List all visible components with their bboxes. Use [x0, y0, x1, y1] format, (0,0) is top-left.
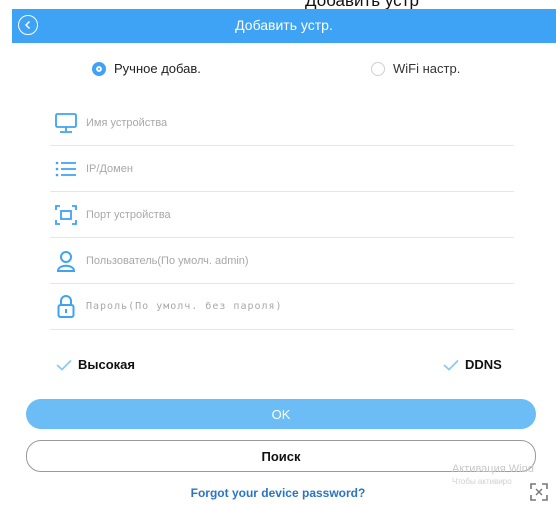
radio-unselected-icon	[371, 61, 385, 76]
checkmark-icon	[56, 359, 72, 371]
ip-domain-field	[50, 146, 514, 192]
checkmark-icon	[443, 359, 459, 371]
device-name-input[interactable]	[86, 116, 486, 129]
high-quality-label: Высокая	[78, 357, 135, 372]
port-icon	[54, 203, 78, 227]
ddns-checkbox[interactable]: DDNS	[443, 357, 502, 372]
lock-icon	[54, 294, 78, 319]
ip-domain-input[interactable]	[86, 162, 486, 175]
radio-wifi-label: WiFi настр.	[393, 61, 461, 76]
ok-button[interactable]: OK	[26, 399, 536, 429]
page-title: Добавить устр.	[235, 17, 333, 33]
username-field	[50, 238, 514, 284]
add-mode-selector: Ручное добав. WiFi настр.	[0, 58, 556, 80]
app-header: Добавить устр.	[12, 9, 556, 43]
top-strip	[0, 0, 556, 8]
activation-watermark: Активация Wind	[452, 463, 534, 475]
high-quality-checkbox[interactable]: Высокая	[56, 357, 135, 372]
forgot-password-link[interactable]: Forgot your device password?	[0, 486, 556, 500]
monitor-icon	[54, 111, 78, 135]
radio-wifi-setup[interactable]: WiFi настр.	[371, 61, 460, 76]
activation-watermark-subtext: Чтобы активиро	[452, 477, 512, 486]
password-input[interactable]	[86, 301, 486, 312]
expand-icon[interactable]	[529, 482, 549, 502]
user-icon	[54, 249, 78, 273]
ddns-label: DDNS	[465, 357, 502, 372]
list-icon	[54, 157, 78, 181]
device-port-field	[50, 192, 514, 238]
password-field	[50, 284, 514, 330]
radio-manual-add[interactable]: Ручное добав.	[92, 61, 201, 76]
device-port-input[interactable]	[86, 208, 486, 221]
radio-selected-icon	[92, 61, 106, 76]
radio-manual-label: Ручное добав.	[114, 61, 201, 76]
device-name-field	[50, 100, 514, 146]
username-input[interactable]	[86, 254, 486, 267]
